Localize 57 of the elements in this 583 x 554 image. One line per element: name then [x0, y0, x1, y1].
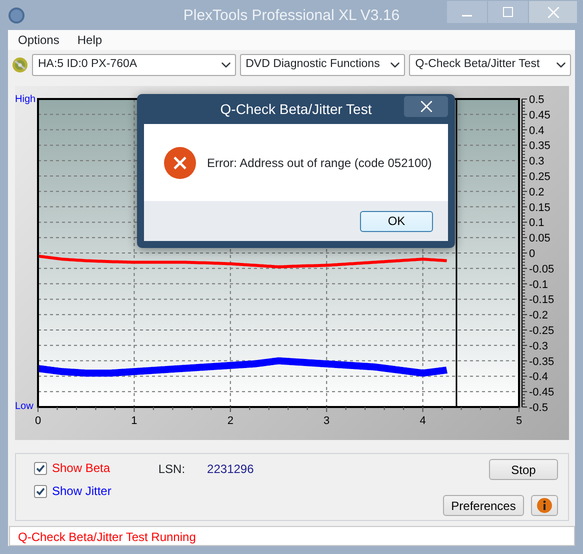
axis-label: High — [15, 94, 36, 105]
drive-select[interactable]: HA:5 ID:0 PX-760A — [32, 54, 236, 76]
axis-label: -0.2 — [529, 310, 548, 322]
axis-label: 0.35 — [529, 140, 550, 152]
app-logo-icon — [8, 6, 25, 24]
close-icon — [548, 6, 558, 18]
axis-label: 0.3 — [529, 156, 544, 168]
axis-label: -0.15 — [529, 294, 554, 306]
close-icon — [420, 101, 432, 112]
axis-label: -0.5 — [529, 402, 548, 414]
checkbox-label: Show Jitter — [52, 483, 112, 500]
error-message: Error: Address out of range (code 052100) — [207, 154, 432, 172]
axis-label: -0.25 — [529, 325, 554, 337]
menu-item[interactable]: Options — [16, 31, 62, 49]
menu-item[interactable]: Help — [75, 31, 104, 49]
disc-icon — [12, 57, 28, 73]
ok-button[interactable]: OK — [360, 210, 433, 232]
lsn-value: 2231296 — [207, 461, 254, 478]
test-select[interactable]: Q-Check Beta/Jitter Test — [409, 54, 571, 76]
info-button[interactable] — [531, 495, 558, 516]
axis-label: 0.1 — [529, 217, 544, 230]
minimize-icon — [462, 15, 472, 17]
axis-label: 5 — [516, 415, 522, 427]
lsn-label: LSN: — [158, 461, 186, 478]
axis-label: 3 — [324, 415, 330, 427]
axis-label: -0.05 — [529, 263, 554, 276]
axis-label: 0.2 — [529, 186, 544, 198]
window-title: PlexTools Professional XL V3.16 — [182, 6, 401, 26]
function-select[interactable]: DVD Diagnostic Functions — [240, 54, 406, 76]
axis-label: 0.05 — [529, 232, 550, 245]
axis-label: 0 — [34, 415, 42, 427]
checkbox-label: Show Beta — [52, 460, 110, 477]
checkbox[interactable] — [34, 484, 47, 498]
axis-label: 0.5 — [529, 94, 544, 106]
axis-label: -0.1 — [529, 278, 548, 291]
axis-label: Low — [15, 401, 34, 412]
axis-label: -0.3 — [529, 340, 548, 352]
dialog-title: Q-Check Beta/Jitter Test — [220, 100, 372, 119]
axis-label: 0.15 — [529, 202, 550, 214]
axis-label: -0.35 — [529, 356, 554, 368]
axis-label: 0 — [529, 248, 536, 260]
axis-label: 0.25 — [529, 171, 550, 183]
close-button[interactable] — [404, 96, 448, 117]
axis-label: 1 — [131, 415, 138, 427]
axis-label: 4 — [420, 415, 426, 427]
preferences-button[interactable]: Preferences — [443, 495, 524, 516]
axis-label: 0.4 — [529, 124, 544, 137]
axis-label: -0.4 — [529, 371, 548, 384]
status-bar: Q-Check Beta/Jitter Test Running — [9, 526, 575, 546]
axis-label: 2 — [227, 415, 234, 427]
axis-label: 0.45 — [529, 109, 550, 122]
checkbox[interactable] — [34, 462, 47, 474]
error-icon — [164, 146, 196, 178]
stop-button[interactable]: Stop — [489, 459, 558, 480]
info-icon — [537, 498, 552, 513]
axis-label: -0.45 — [529, 386, 554, 399]
maximize-icon — [503, 7, 513, 17]
